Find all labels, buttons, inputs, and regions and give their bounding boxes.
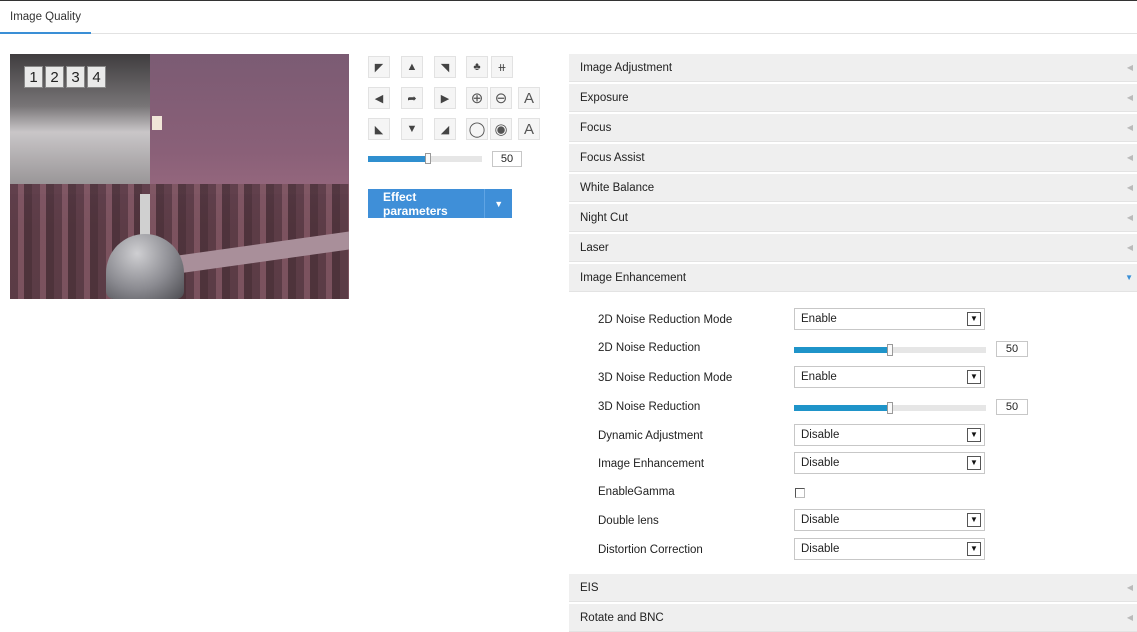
nr3d-slider-track[interactable] xyxy=(794,402,986,414)
effect-parameters-label: Effect parameters xyxy=(383,189,448,218)
dropdown-arrow-icon[interactable]: ▼ xyxy=(967,542,981,556)
image-enhancement-select[interactable]: Disable ▼ xyxy=(794,452,985,474)
auto-pan-icon[interactable]: ➦ xyxy=(401,87,423,109)
nr3d-mode-label: 3D Noise Reduction Mode xyxy=(598,372,733,384)
dynamic-adjustment-label: Dynamic Adjustment xyxy=(598,430,703,442)
nr2d-slider-track[interactable] xyxy=(794,344,986,356)
nr2d-mode-select[interactable]: Enable ▼ xyxy=(794,308,985,330)
dropdown-arrow-icon[interactable]: ▼ xyxy=(967,513,981,527)
preview-marker xyxy=(152,116,162,130)
chevron-left-icon: ◀ xyxy=(1126,213,1133,222)
nr3d-slider-thumb[interactable] xyxy=(887,402,893,414)
section-image-enhancement[interactable]: Image Enhancement ▼ xyxy=(569,264,1137,292)
chevron-left-icon: ◀ xyxy=(1126,63,1133,72)
iris-close-icon[interactable]: ◉ xyxy=(490,118,512,140)
pan-right-icon[interactable]: ▶ xyxy=(434,87,456,109)
focus-auto-icon[interactable]: A xyxy=(518,87,540,109)
section-title: Image Adjustment xyxy=(580,62,673,74)
distortion-correction-select[interactable]: Disable ▼ xyxy=(794,538,985,560)
nr2d-label: 2D Noise Reduction xyxy=(598,342,701,354)
section-title: White Balance xyxy=(580,182,655,194)
tab-bar: Image Quality xyxy=(0,0,1137,34)
section-title: Laser xyxy=(580,242,609,254)
double-lens-select[interactable]: Disable ▼ xyxy=(794,509,985,531)
channel-4-button[interactable]: 4 xyxy=(87,66,106,88)
section-laser[interactable]: Laser ◀ xyxy=(569,234,1137,262)
chevron-left-icon: ◀ xyxy=(1126,183,1133,192)
wiper-icon[interactable]: ♣ xyxy=(466,56,488,78)
distortion-correction-label: Distortion Correction xyxy=(598,544,703,556)
effect-parameters-button[interactable]: Effect parameters ▼ xyxy=(368,189,512,218)
enable-gamma-label: EnableGamma xyxy=(598,486,675,498)
nr2d-slider-fill xyxy=(794,347,890,353)
caret-down-icon[interactable]: ▼ xyxy=(484,189,512,218)
nr3d-mode-select[interactable]: Enable ▼ xyxy=(794,366,985,388)
pan-up-right-icon[interactable]: ◥ xyxy=(434,56,456,78)
section-title: Image Enhancement xyxy=(580,272,687,284)
dropdown-arrow-icon[interactable]: ▼ xyxy=(967,370,981,384)
zoom-in-icon[interactable]: ⊕ xyxy=(466,87,488,109)
section-focus[interactable]: Focus ◀ xyxy=(569,114,1137,142)
tab-image-quality[interactable]: Image Quality xyxy=(0,1,91,34)
section-title: Focus Assist xyxy=(580,152,645,164)
chevron-left-icon: ◀ xyxy=(1126,153,1133,162)
channel-buttons: 1 2 3 4 xyxy=(24,66,106,88)
chevron-down-icon: ▼ xyxy=(1125,273,1133,282)
zoom-out-icon[interactable]: ⊖ xyxy=(490,87,512,109)
video-preview[interactable]: 1 2 3 4 xyxy=(10,54,349,299)
pan-up-icon[interactable]: ▲ xyxy=(401,56,423,78)
pan-down-icon[interactable]: ▼ xyxy=(401,118,423,140)
nr2d-value[interactable]: 50 xyxy=(996,341,1028,357)
chevron-left-icon: ◀ xyxy=(1126,93,1133,102)
image-enhancement-label: Image Enhancement xyxy=(598,458,705,470)
nr3d-slider-fill xyxy=(794,405,890,411)
ptz-slider-track[interactable] xyxy=(368,153,482,164)
nr3d-label: 3D Noise Reduction xyxy=(598,401,701,413)
ptz-slider-fill xyxy=(368,156,429,162)
chevron-left-icon: ◀ xyxy=(1126,243,1133,252)
dropdown-arrow-icon[interactable]: ▼ xyxy=(967,456,981,470)
channel-2-button[interactable]: 2 xyxy=(45,66,64,88)
section-white-balance[interactable]: White Balance ◀ xyxy=(569,174,1137,202)
distortion-correction-value: Disable xyxy=(801,543,840,555)
dynamic-adjustment-value: Disable xyxy=(801,429,840,441)
image-enhancement-value: Disable xyxy=(801,457,840,469)
pan-down-left-icon[interactable]: ◣ xyxy=(368,118,390,140)
channel-1-button[interactable]: 1 xyxy=(24,66,43,88)
nr3d-value[interactable]: 50 xyxy=(996,399,1028,415)
chevron-left-icon: ◀ xyxy=(1126,583,1133,592)
dynamic-adjustment-select[interactable]: Disable ▼ xyxy=(794,424,985,446)
section-title: Focus xyxy=(580,122,612,134)
pan-left-icon[interactable]: ◀ xyxy=(368,87,390,109)
section-focus-assist[interactable]: Focus Assist ◀ xyxy=(569,144,1137,172)
double-lens-value: Disable xyxy=(801,514,840,526)
nr3d-mode-value: Enable xyxy=(801,371,837,383)
nr2d-mode-label: 2D Noise Reduction Mode xyxy=(598,314,733,326)
section-night-cut[interactable]: Night Cut ◀ xyxy=(569,204,1137,232)
channel-3-button[interactable]: 3 xyxy=(66,66,85,88)
section-title: Exposure xyxy=(580,92,629,104)
pan-up-left-icon[interactable]: ◤ xyxy=(368,56,390,78)
section-exposure[interactable]: Exposure ◀ xyxy=(569,84,1137,112)
enable-gamma-checkbox[interactable] xyxy=(795,488,805,498)
dropdown-arrow-icon[interactable]: ▼ xyxy=(967,428,981,442)
section-title: Night Cut xyxy=(580,212,628,224)
iris-open-icon[interactable]: ◯ xyxy=(466,118,488,140)
ptz-slider-thumb[interactable] xyxy=(425,153,432,164)
nr2d-mode-value: Enable xyxy=(801,313,837,325)
dropdown-arrow-icon[interactable]: ▼ xyxy=(967,312,981,326)
section-image-adjustment[interactable]: Image Adjustment ◀ xyxy=(569,54,1137,82)
double-lens-label: Double lens xyxy=(598,515,659,527)
section-title: EIS xyxy=(580,582,599,594)
section-eis[interactable]: EIS ◀ xyxy=(569,574,1137,602)
chevron-left-icon: ◀ xyxy=(1126,123,1133,132)
ptz-speed-value[interactable]: 50 xyxy=(492,151,522,167)
pan-down-right-icon[interactable]: ◢ xyxy=(434,118,456,140)
iris-auto-icon[interactable]: A xyxy=(518,118,540,140)
light-icon[interactable]: ⧺ xyxy=(491,56,513,78)
nr2d-slider-thumb[interactable] xyxy=(887,344,893,356)
